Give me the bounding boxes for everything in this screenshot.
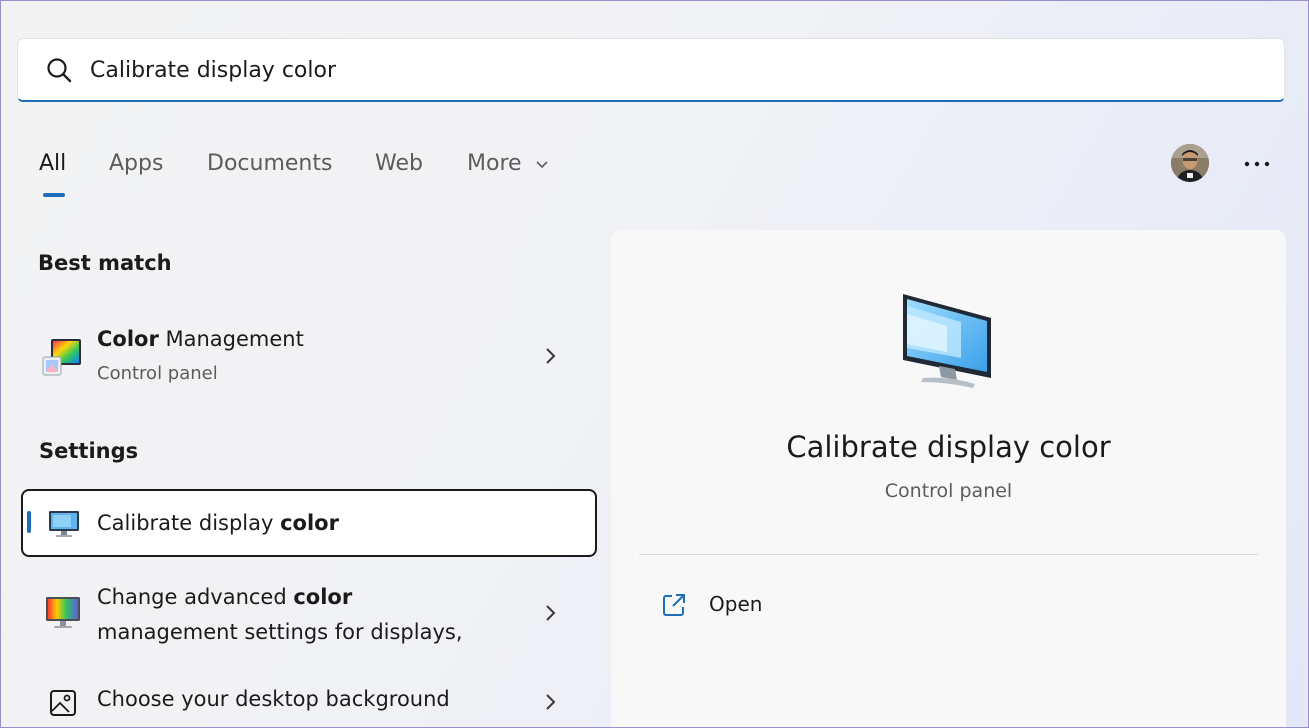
settings-item-calibrate-display-color[interactable]: Calibrate display color — [21, 489, 597, 557]
search-icon — [47, 58, 72, 83]
settings-item-title: Calibrate display color — [97, 511, 339, 535]
search-input[interactable] — [90, 49, 1240, 91]
open-label: Open — [709, 592, 763, 616]
settings-item-choose-desktop-background[interactable]: Choose your desktop background — [21, 677, 597, 727]
search-window: All Apps Documents Web More Best match — [0, 0, 1309, 728]
settings-item-title-bold: color — [280, 511, 339, 535]
selection-indicator — [27, 511, 31, 533]
tab-all[interactable]: All — [39, 151, 66, 176]
chevron-down-icon — [535, 161, 548, 169]
tab-web[interactable]: Web — [375, 151, 423, 176]
settings-item-title-plain: Calibrate display — [97, 511, 281, 535]
best-match-title-bold: Color — [97, 327, 159, 351]
chevron-right-icon — [546, 605, 556, 621]
more-options-icon[interactable] — [1239, 151, 1275, 177]
settings-item-change-advanced-color[interactable]: Change advanced color management setting… — [21, 573, 597, 663]
settings-item-2-line1-bold: color — [293, 585, 353, 609]
detail-panel: Calibrate display color Control panel Op… — [611, 230, 1286, 727]
tab-more-label: More — [467, 151, 522, 176]
best-match-item-color-management[interactable]: Color Management Control panel — [21, 313, 597, 403]
settings-item-2-line1: Change advanced color — [97, 585, 352, 609]
detail-title: Calibrate display color — [786, 430, 1111, 464]
settings-item-2-line1-plain: Change advanced — [97, 585, 294, 609]
settings-item-3-title: Choose your desktop background — [97, 687, 450, 711]
color-management-icon — [42, 339, 81, 376]
detail-divider — [639, 554, 1258, 555]
settings-heading: Settings — [39, 439, 139, 463]
open-external-icon — [663, 594, 685, 616]
detail-subtitle: Control panel — [884, 480, 1013, 502]
active-tab-indicator — [43, 193, 65, 197]
chevron-right-icon — [546, 694, 556, 710]
settings-item-2-line2: management settings for displays, — [97, 620, 463, 644]
best-match-subtitle: Control panel — [97, 363, 218, 384]
tab-documents[interactable]: Documents — [207, 151, 332, 176]
monitor-icon — [49, 511, 79, 537]
avatar-image — [1171, 144, 1209, 182]
open-button[interactable]: Open — [657, 588, 857, 624]
chevron-right-icon — [546, 348, 556, 364]
advanced-color-monitor-icon — [46, 597, 80, 628]
best-match-title-rest: Management — [158, 327, 304, 351]
tab-apps[interactable]: Apps — [109, 151, 163, 176]
large-monitor-icon — [903, 294, 991, 388]
best-match-heading: Best match — [38, 251, 172, 275]
user-avatar[interactable] — [1171, 144, 1209, 182]
search-box[interactable] — [17, 38, 1285, 102]
best-match-title: Color Management — [97, 327, 304, 351]
image-icon — [50, 690, 76, 716]
tab-more[interactable]: More — [467, 151, 549, 176]
